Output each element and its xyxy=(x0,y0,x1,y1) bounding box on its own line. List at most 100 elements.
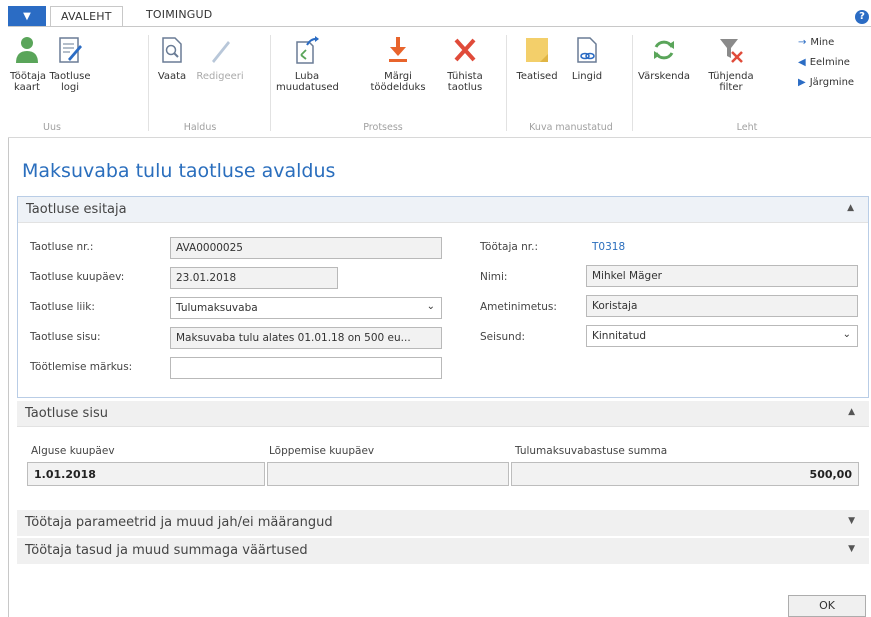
app-menu-button[interactable]: ▼ xyxy=(8,6,46,28)
allow-changes-button[interactable]: Luba muudatused xyxy=(276,31,339,93)
chevron-down-icon[interactable]: ▼ xyxy=(848,544,855,554)
button-label: Värskenda xyxy=(638,71,690,82)
page-title: Maksuvaba tulu taotluse avaldus xyxy=(22,160,336,182)
person-icon xyxy=(13,35,41,65)
clear-filter-button[interactable]: Tühjenda filter xyxy=(704,31,758,93)
clear-filter-icon xyxy=(717,35,745,65)
ribbon: Töötaja kaart Taotluse logi Uus Vaata Re… xyxy=(8,26,871,138)
group-separator xyxy=(270,35,271,131)
edit-button[interactable]: Redigeeri xyxy=(194,31,246,82)
ribbon-tabbar: ▼ AVALEHT TOIMINGUD ? xyxy=(0,0,871,28)
button-label-line2: taotlus xyxy=(447,82,483,93)
refresh-button[interactable]: Värskenda xyxy=(634,31,694,82)
section-header-applicant[interactable]: Taotluse esitaja ▲ xyxy=(18,197,868,223)
button-label-line1: Taotluse xyxy=(49,71,91,82)
button-label-line2: logi xyxy=(60,82,80,93)
section-title: Taotluse sisu xyxy=(25,406,108,421)
button-label: Redigeeri xyxy=(196,71,244,82)
section-employee-params: Töötaja parameetrid ja muud jah/ei määra… xyxy=(17,510,869,536)
refresh-icon xyxy=(650,35,678,65)
nav-go-link[interactable]: → Mine xyxy=(798,37,834,48)
nav-next-link[interactable]: ▶ Järgmine xyxy=(798,77,854,88)
cancel-request-button[interactable]: Tühista taotlus xyxy=(440,31,490,93)
tax-exemption-amount-field[interactable]: 500,00 xyxy=(511,462,859,486)
selected-value: Tulumaksuvaba xyxy=(176,302,258,314)
notes-button[interactable]: Teatised xyxy=(512,31,562,82)
request-nr-label: Taotluse nr.: xyxy=(30,241,94,253)
button-label-line1: Luba xyxy=(294,71,320,82)
section-header-request-content[interactable]: Taotluse sisu ▲ xyxy=(17,401,869,427)
section-header-employee-payments[interactable]: Töötaja tasud ja muud summaga väärtused … xyxy=(17,538,869,564)
button-label-line2: filter xyxy=(719,82,743,93)
mark-processed-button[interactable]: Märgi töödelduks xyxy=(368,31,428,93)
button-label-line1: Tühista xyxy=(447,71,483,82)
request-nr-field[interactable]: AVA0000025 xyxy=(170,237,442,259)
request-date-label: Taotluse kuupäev: xyxy=(30,271,125,283)
edit-pencil-icon xyxy=(206,35,234,65)
request-date-field[interactable]: 23.01.2018 xyxy=(170,267,338,289)
button-label: Lingid xyxy=(571,71,603,82)
button-label-line2: kaart xyxy=(14,82,40,93)
end-date-label: Lõppemise kuupäev xyxy=(269,445,375,457)
arrow-right-icon: → xyxy=(798,37,807,48)
allow-changes-icon xyxy=(293,35,321,65)
group-label-kuva-manustatud: Kuva manustatud xyxy=(529,122,613,133)
links-button[interactable]: Lingid xyxy=(568,31,606,82)
links-icon xyxy=(573,35,601,65)
mark-processed-icon xyxy=(384,35,412,65)
request-type-select[interactable]: Tulumaksuvaba ⌄ xyxy=(170,297,442,319)
name-label: Nimi: xyxy=(480,271,508,283)
button-label: Vaata xyxy=(157,71,187,82)
processing-note-input[interactable] xyxy=(170,357,442,379)
button-label-line1: Tühjenda xyxy=(708,71,754,82)
button-label-line2: muudatused xyxy=(276,82,339,93)
employee-card-button[interactable]: Töötaja kaart xyxy=(10,31,46,93)
triangle-left-icon: ◀ xyxy=(798,57,806,68)
status-label: Seisund: xyxy=(480,331,526,343)
section-title: Töötaja parameetrid ja muud jah/ei määra… xyxy=(25,515,333,530)
group-label-haldus: Haldus xyxy=(183,122,217,133)
request-log-button[interactable]: Taotluse logi xyxy=(48,31,92,93)
window-left-border xyxy=(8,138,9,617)
employee-nr-label: Töötaja nr.: xyxy=(480,241,539,253)
group-separator xyxy=(506,35,507,131)
section-header-employee-params[interactable]: Töötaja parameetrid ja muud jah/ei määra… xyxy=(17,510,869,536)
tab-avaleht[interactable]: AVALEHT xyxy=(50,6,123,27)
section-title: Taotluse esitaja xyxy=(26,202,127,217)
group-separator xyxy=(148,35,149,131)
start-date-field[interactable]: 1.01.2018 xyxy=(27,462,265,486)
chevron-up-icon[interactable]: ▲ xyxy=(848,407,855,417)
group-label-protsess: Protsess xyxy=(363,122,403,133)
tab-toimingud[interactable]: TOIMINGUD xyxy=(136,8,222,26)
notes-icon xyxy=(523,35,551,65)
button-label-line1: Märgi xyxy=(384,71,412,82)
button-label-line1: Töötaja xyxy=(10,71,46,82)
section-request-content: Taotluse sisu ▲ Alguse kuupäev 1.01.2018… xyxy=(17,401,869,501)
nav-previous-link[interactable]: ◀ Eelmine xyxy=(798,57,850,68)
chevron-down-icon[interactable]: ▼ xyxy=(848,516,855,526)
section-title: Töötaja tasud ja muud summaga väärtused xyxy=(25,543,308,558)
chevron-up-icon[interactable]: ▲ xyxy=(847,203,854,213)
group-separator xyxy=(632,35,633,131)
status-select[interactable]: Kinnitatud ⌄ xyxy=(586,325,858,347)
log-edit-icon xyxy=(56,35,84,65)
request-type-label: Taotluse liik: xyxy=(30,301,95,313)
position-field[interactable]: Koristaja xyxy=(586,295,858,317)
processing-note-label: Töötlemise märkus: xyxy=(30,361,133,373)
ok-button[interactable]: OK xyxy=(788,595,866,617)
view-button[interactable]: Vaata xyxy=(154,31,190,82)
button-label-line2: töödelduks xyxy=(370,82,426,93)
position-label: Ametinimetus: xyxy=(480,301,557,313)
help-icon[interactable]: ? xyxy=(855,10,869,24)
view-document-icon xyxy=(158,35,186,65)
dropdown-arrow-icon: ▼ xyxy=(23,11,31,22)
triangle-right-icon: ▶ xyxy=(798,77,806,88)
employee-nr-link[interactable]: T0318 xyxy=(592,241,625,253)
button-label: Teatised xyxy=(516,71,558,82)
name-field[interactable]: Mihkel Mäger xyxy=(586,265,858,287)
section-applicant: Taotluse esitaja ▲ Taotluse nr.: AVA0000… xyxy=(17,196,869,398)
request-content-field[interactable]: Maksuvaba tulu alates 01.01.18 on 500 eu… xyxy=(170,327,442,349)
chevron-down-icon: ⌄ xyxy=(842,329,851,340)
section-employee-payments: Töötaja tasud ja muud summaga väärtused … xyxy=(17,538,869,564)
end-date-field[interactable] xyxy=(267,462,509,486)
